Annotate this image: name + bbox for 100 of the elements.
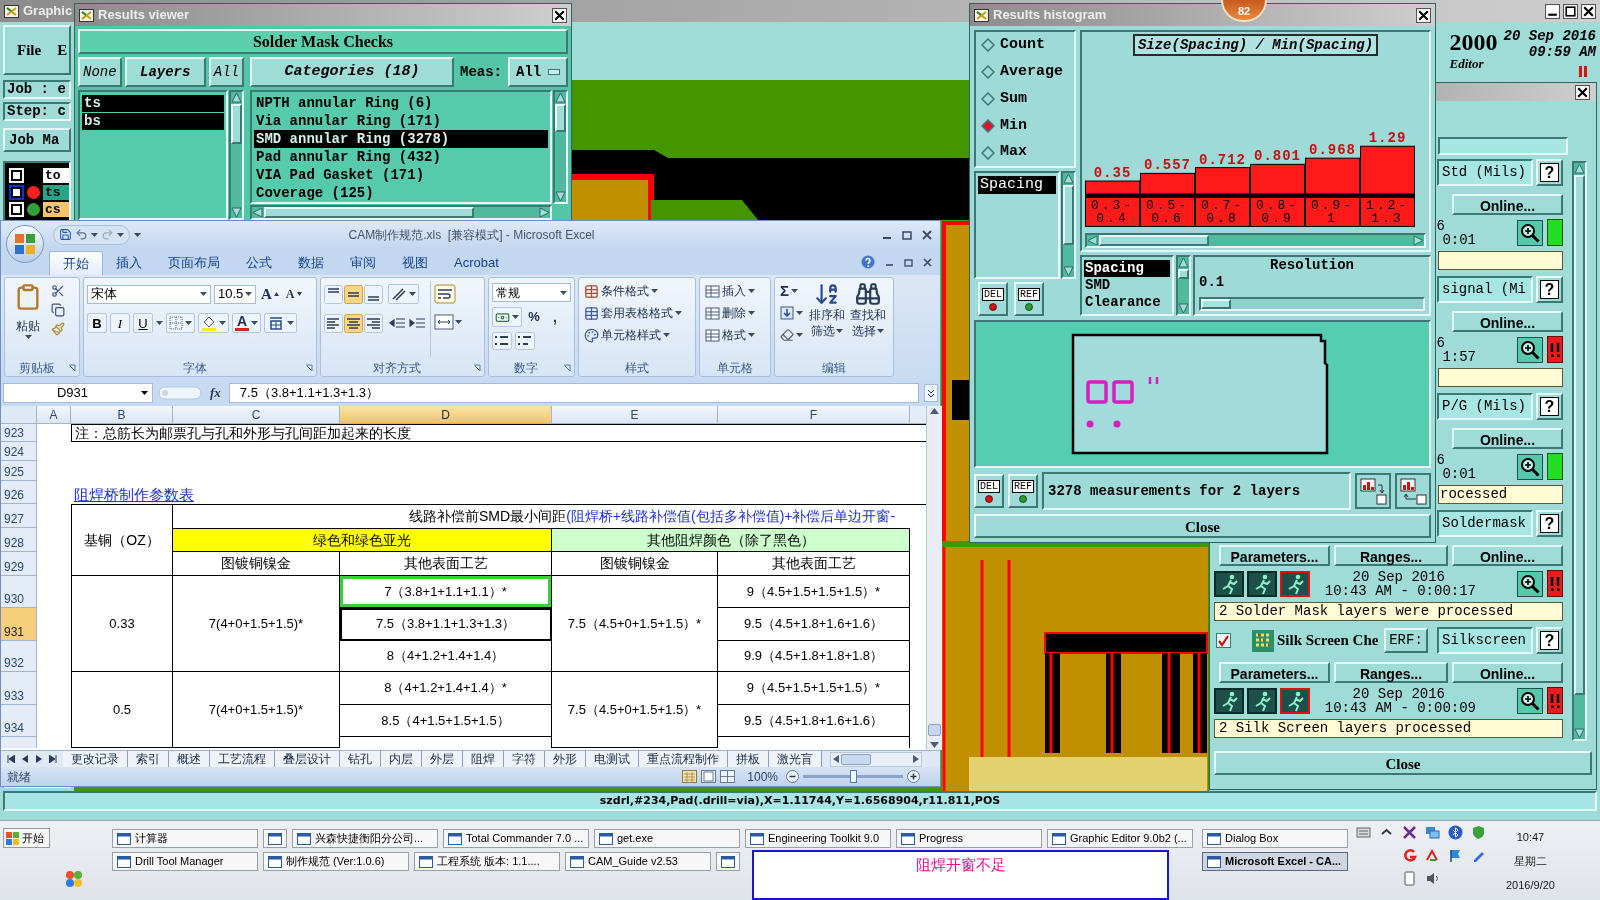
close-icon[interactable] [923,257,932,267]
arrow-up-icon[interactable] [930,408,939,414]
align-right-icon[interactable] [364,314,383,333]
meas-dropdown[interactable]: All [508,57,568,87]
cells-menu-button[interactable]: 格式 [703,325,757,345]
radio-diamond-icon[interactable] [981,65,995,80]
sheet-tab[interactable]: 字符 [504,751,545,767]
sheet-tab[interactable]: 索引 [128,751,169,767]
save-icon[interactable] [59,228,72,241]
arrow-down-icon[interactable] [930,742,939,748]
increase-decimal-icon[interactable] [492,332,512,350]
running-figure-icon[interactable] [1214,687,1244,714]
name-box[interactable]: D931 [3,382,153,403]
close-icon[interactable] [1575,84,1590,100]
parameters-button[interactable]: Parameters... [1219,545,1330,566]
minimize-icon[interactable] [1545,3,1560,19]
formula-field[interactable]: 7.5（3.8+1.1+1.3+1.3） [228,382,919,403]
align-bottom-icon[interactable] [364,284,383,304]
restore-icon[interactable] [904,257,913,267]
menu-item[interactable]: File [17,38,42,62]
horizontal-scrollbar[interactable] [1085,233,1426,248]
vertical-scrollbar[interactable] [926,406,942,750]
help-button[interactable]: ? [1536,159,1563,186]
running-figure-icon[interactable] [1247,570,1277,597]
last-sheet-icon[interactable] [49,755,58,763]
layer-filter-button[interactable]: None [78,57,122,87]
job-matrix-button[interactable]: Job Ma [3,128,71,152]
font-name-field[interactable]: 宋体 [87,284,211,304]
merge-cells-icon[interactable] [434,314,454,330]
sum-button[interactable]: Σ [778,281,805,301]
row-header[interactable]: 928 [1,528,37,552]
taskbar-button[interactable]: Graphic Editor 9.0b2 (... [1047,829,1193,848]
borders-button[interactable] [166,313,195,333]
layer-filter-button[interactable]: Layers [124,57,206,87]
arrow-left-icon[interactable] [1087,235,1098,246]
sheet-tab[interactable]: 外形 [545,751,586,767]
align-middle-icon[interactable] [344,284,363,304]
parameters-button[interactable]: Parameters... [1219,662,1330,683]
radio-option[interactable]: Count [981,34,1074,57]
ribbon-tab[interactable]: 视图 [389,251,441,275]
column-header[interactable]: C [173,406,340,424]
ribbon-tab[interactable]: 公式 [233,251,285,275]
help-button[interactable]: ? [1536,510,1563,537]
copy-icon[interactable] [51,303,65,317]
page-break-icon[interactable] [720,770,736,783]
delete-button[interactable]: DEL [974,474,1004,508]
sheet-tab[interactable]: 工艺流程 [210,751,275,767]
paintbrush-icon[interactable] [51,322,65,336]
cells-menu-button[interactable]: 删除 [703,303,757,323]
previous-sheet-icon[interactable] [22,755,29,763]
ribbon-tab[interactable]: 数据 [285,251,337,275]
sheet-tab[interactable]: 钻孔 [340,751,381,767]
list-item[interactable]: Via annular Ring (171) [254,112,548,130]
taskbar-button[interactable] [263,829,287,848]
running-figure-icon[interactable] [1214,570,1244,597]
running-figure-icon[interactable] [1247,687,1277,714]
layer-box-icon[interactable] [9,185,24,200]
taskbar-button[interactable]: 工程系统 版本: 1.1.... [414,852,560,871]
arrow-down-icon[interactable] [1574,728,1585,739]
table-cell[interactable]: 7（3.8+1+1.1+1.1）* [340,576,552,608]
help-button[interactable]: ? [1536,276,1563,303]
x-mark-icon[interactable] [1402,825,1417,840]
text-field[interactable]: P/G (Mils) [1437,393,1533,420]
close-icon[interactable] [922,229,932,240]
normal-view-icon[interactable] [682,770,698,783]
paste-button[interactable]: 粘贴 [8,281,48,357]
help-icon[interactable] [861,255,875,269]
table-cell[interactable]: 8（4+1.2+1.4+1.4）* [340,672,552,705]
help-button[interactable]: ? [1536,393,1563,420]
network-icon[interactable] [1425,825,1440,840]
row-header[interactable]: 931 [1,608,37,641]
vertical-scrollbar[interactable] [1061,171,1076,279]
row-header[interactable]: 923 [1,424,37,442]
ribbon-tab[interactable]: 审阅 [337,251,389,275]
find-select-button[interactable]: 查找和 选择 [849,281,887,357]
fill-button[interactable] [778,303,805,323]
column-header[interactable]: F [718,406,910,424]
taskbar-button[interactable]: Dialog Box [1202,829,1348,848]
arrow-down-icon[interactable] [231,207,242,218]
dialog-launcher-icon[interactable] [68,364,76,372]
sheet-tab[interactable]: 电测试 [586,751,639,767]
sheet-tab[interactable]: 概述 [169,751,210,767]
bluetooth-icon[interactable] [1448,825,1463,840]
online-button[interactable]: Online... [1452,311,1563,332]
taskbar-button[interactable]: Total Commander 7.0 ... [443,829,589,848]
arrow-up-icon[interactable] [1178,257,1189,268]
sheet-tab[interactable]: 拼板 [728,751,769,767]
arrow-up-icon[interactable] [1574,163,1585,174]
cells-menu-button[interactable]: 插入 [703,281,757,301]
align-center-icon[interactable] [344,314,363,333]
orientation-button[interactable] [388,284,419,304]
reference-button[interactable]: REF [1014,282,1044,316]
list-item[interactable]: SMD [1084,277,1170,294]
list-item[interactable]: SMD annular Ring (3278) [254,130,548,148]
fill-color-button[interactable] [198,313,229,333]
speaker-icon[interactable] [1425,871,1440,886]
column-header[interactable]: D [340,406,552,424]
first-sheet-icon[interactable] [6,755,15,763]
row-header[interactable]: 932 [1,641,37,672]
horizontal-scrollbar[interactable] [830,751,922,767]
